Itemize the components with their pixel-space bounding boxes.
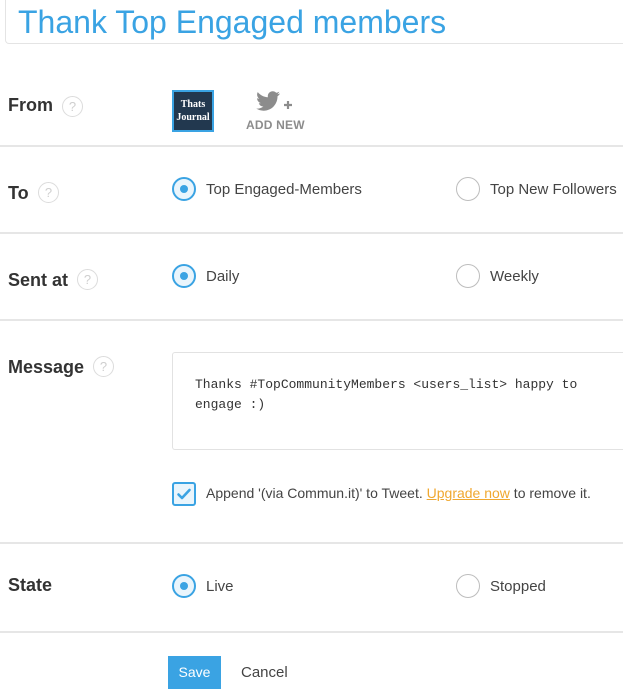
title-box: Thank Top Engaged members (5, 0, 623, 44)
radio-stopped[interactable] (456, 574, 480, 598)
radio-weekly[interactable] (456, 264, 480, 288)
radio-label-top-engaged-members[interactable]: Top Engaged-Members (206, 181, 362, 198)
sent-at-help-icon[interactable]: ? (77, 269, 98, 290)
radio-label-live[interactable]: Live (206, 578, 234, 595)
cancel-button[interactable]: Cancel (241, 664, 288, 681)
message-label: Message (8, 357, 85, 377)
checkmark-icon (177, 488, 191, 500)
divider (0, 232, 623, 234)
state-label: State (8, 575, 53, 595)
divider (0, 631, 623, 633)
radio-daily[interactable] (172, 264, 196, 288)
radio-label-daily[interactable]: Daily (206, 268, 239, 285)
append-text-after: to remove it. (509, 485, 591, 501)
append-checkbox[interactable] (172, 482, 196, 506)
divider (0, 542, 623, 544)
radio-top-engaged-members[interactable] (172, 177, 196, 201)
twitter-add-icon (256, 91, 292, 111)
add-new-label: ADD NEW (246, 118, 305, 132)
append-text-before: Append '(via Commun.it)' to Tweet. (206, 485, 427, 501)
sent-at-label: Sent at (8, 270, 69, 290)
divider (0, 145, 623, 147)
account-avatar[interactable]: Thats Journal (172, 90, 214, 132)
radio-label-weekly[interactable]: Weekly (490, 268, 539, 285)
to-label: To (8, 183, 29, 203)
radio-label-stopped[interactable]: Stopped (490, 578, 546, 595)
from-help-icon[interactable]: ? (62, 96, 83, 117)
from-label: From (8, 95, 53, 115)
radio-live[interactable] (172, 574, 196, 598)
account-avatar-text: Thats Journal (176, 99, 210, 123)
divider (0, 319, 623, 321)
page-title: Thank Top Engaged members (18, 4, 447, 40)
add-new-account-button[interactable]: ADD NEW (240, 88, 310, 134)
append-text: Append '(via Commun.it)' to Tweet. Upgra… (206, 485, 591, 501)
save-button[interactable]: Save (168, 656, 221, 689)
radio-label-top-new-followers[interactable]: Top New Followers (490, 181, 617, 198)
radio-top-new-followers[interactable] (456, 177, 480, 201)
message-help-icon[interactable]: ? (93, 356, 114, 377)
upgrade-now-link[interactable]: Upgrade now (427, 485, 510, 501)
message-textarea[interactable]: Thanks #TopCommunityMembers <users_list>… (172, 352, 623, 450)
to-help-icon[interactable]: ? (38, 182, 59, 203)
